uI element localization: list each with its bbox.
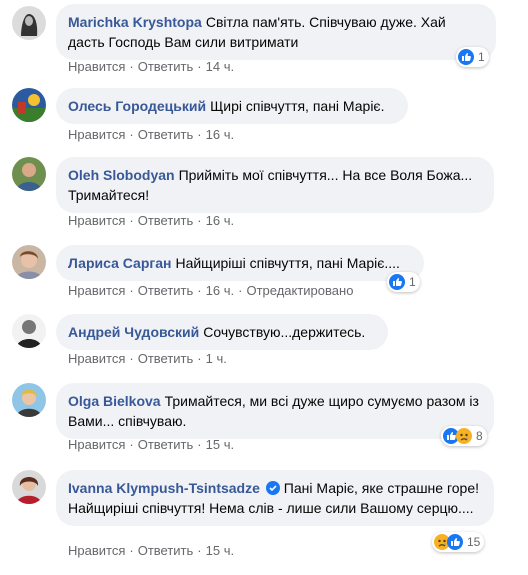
separator: · xyxy=(129,127,134,142)
like-link[interactable]: Нравится xyxy=(68,213,125,228)
separator: · xyxy=(129,543,134,558)
separator: · xyxy=(129,351,134,366)
comment-bubble: Ivanna Klympush-Tsintsadze Пані Маріє, я… xyxy=(56,470,494,526)
like-link[interactable]: Нравится xyxy=(68,351,125,366)
reactions-badge[interactable]: 15 xyxy=(432,532,485,552)
verified-badge-icon xyxy=(265,481,280,495)
comment-bubble: Олесь Городецький Щирі співчуття, пані Ма… xyxy=(56,88,408,124)
reactions-badge[interactable]: 1 xyxy=(456,47,489,67)
separator: · xyxy=(129,59,134,74)
comment-actions: Нравится · Ответить · 16 ч. xyxy=(68,127,234,142)
reaction-count: 1 xyxy=(478,50,485,64)
comment-bubble: Oleh Slobodyan Прийміть мої співчуття... … xyxy=(56,157,494,213)
like-link[interactable]: Нравится xyxy=(68,437,125,452)
separator: · xyxy=(197,543,202,558)
separator: · xyxy=(197,59,202,74)
separator: · xyxy=(197,213,202,228)
comment-text: Сочувствую...держитесь. xyxy=(203,324,366,340)
separator: · xyxy=(197,283,202,298)
avatar[interactable] xyxy=(12,157,46,191)
separator: · xyxy=(129,283,134,298)
separator: · xyxy=(129,213,134,228)
avatar[interactable] xyxy=(12,88,46,122)
separator: · xyxy=(197,351,202,366)
comment-time[interactable]: 16 ч. xyxy=(206,127,234,142)
comment-author[interactable]: Olga Bielkova xyxy=(68,393,161,409)
like-link[interactable]: Нравится xyxy=(68,543,125,558)
comment-author[interactable]: Лариса Сарган xyxy=(68,255,171,271)
comment-bubble: Лариса Сарган Найщиріші співчуття, пані М… xyxy=(56,245,424,281)
avatar[interactable] xyxy=(12,383,46,417)
like-icon xyxy=(458,49,474,65)
comment-actions: Нравится · Ответить · 16 ч. · Отредактировано xyxy=(68,283,353,298)
comment-time[interactable]: 1 ч. xyxy=(206,351,227,366)
avatar[interactable] xyxy=(12,470,46,504)
comment-author[interactable]: Oleh Slobodyan xyxy=(68,167,175,183)
sad-icon xyxy=(456,428,472,444)
reaction-count: 8 xyxy=(476,429,483,443)
comment-text: Щирі співчуття, пані Маріє. xyxy=(210,98,385,114)
reply-link[interactable]: Ответить xyxy=(138,127,194,142)
like-icon xyxy=(447,534,463,550)
comment-actions: Нравится · Ответить · 1 ч. xyxy=(68,351,227,366)
like-icon xyxy=(389,274,405,290)
reaction-count: 15 xyxy=(467,535,481,549)
comment-author[interactable]: Андрей Чудовский xyxy=(68,324,199,340)
separator: · xyxy=(197,127,202,142)
reply-link[interactable]: Ответить xyxy=(138,543,194,558)
edited-label[interactable]: Отредактировано xyxy=(246,283,353,298)
comment-actions: Нравится · Ответить · 15 ч. xyxy=(68,543,234,558)
reply-link[interactable]: Ответить xyxy=(138,213,194,228)
separator: · xyxy=(129,437,134,452)
avatar[interactable] xyxy=(12,245,46,279)
reply-link[interactable]: Ответить xyxy=(138,59,194,74)
separator: · xyxy=(197,437,202,452)
comment-actions: Нравится · Ответить · 14 ч. xyxy=(68,59,234,74)
comment-bubble: Marichka Kryshtopa Світла пам'ять. Співчу… xyxy=(56,4,496,60)
reactions-badge[interactable]: 1 xyxy=(387,272,420,292)
like-link[interactable]: Нравится xyxy=(68,283,125,298)
like-link[interactable]: Нравится xyxy=(68,127,125,142)
comment-actions: Нравится · Ответить · 15 ч. xyxy=(68,437,234,452)
comment-author[interactable]: Marichka Kryshtopa xyxy=(68,14,202,30)
comment-time[interactable]: 16 ч. xyxy=(206,283,234,298)
comment-author[interactable]: Олесь Городецький xyxy=(68,98,206,114)
comment-time[interactable]: 14 ч. xyxy=(206,59,234,74)
reactions-badge[interactable]: 8 xyxy=(441,426,487,446)
like-link[interactable]: Нравится xyxy=(68,59,125,74)
reply-link[interactable]: Ответить xyxy=(138,283,194,298)
comment-actions: Нравится · Ответить · 16 ч. xyxy=(68,213,234,228)
comment-time[interactable]: 16 ч. xyxy=(206,213,234,228)
separator: · xyxy=(238,283,243,298)
reply-link[interactable]: Ответить xyxy=(138,437,194,452)
comment-time[interactable]: 15 ч. xyxy=(206,437,234,452)
avatar[interactable] xyxy=(12,314,46,348)
avatar[interactable] xyxy=(12,6,46,40)
comment-author[interactable]: Ivanna Klympush-Tsintsadze xyxy=(68,480,260,496)
reaction-count: 1 xyxy=(409,275,416,289)
comment-bubble: Андрей Чудовский Сочувствую...держитесь. xyxy=(56,314,388,350)
comment-bubble: Olga Bielkova Тримайтеся, ми всі дуже щир… xyxy=(56,383,494,439)
reply-link[interactable]: Ответить xyxy=(138,351,194,366)
comment-text: Найщиріші співчуття, пані Маріє.... xyxy=(175,255,400,271)
comment-time[interactable]: 15 ч. xyxy=(206,543,234,558)
